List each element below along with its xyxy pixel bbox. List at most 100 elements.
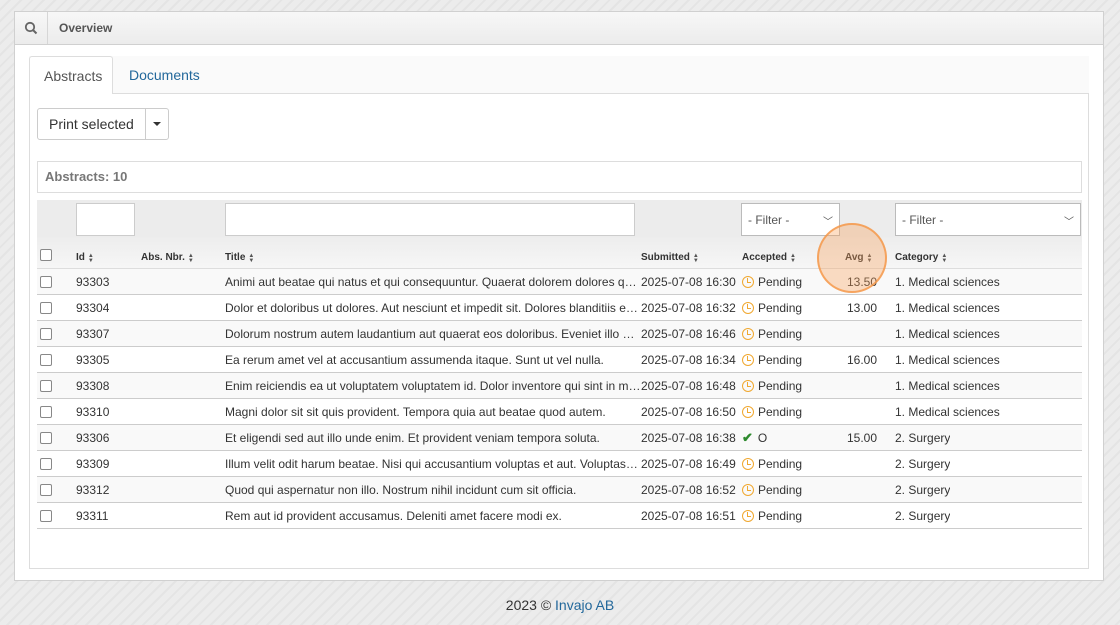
table-row[interactable]: 93309 Illum velit odit harum beatae. Nisi… bbox=[37, 451, 1082, 477]
table-row[interactable]: 93310 Magni dolor sit sit quis provident.… bbox=[37, 399, 1082, 425]
abstracts-count: Abstracts: 10 bbox=[37, 161, 1082, 193]
row-checkbox[interactable] bbox=[40, 483, 52, 496]
cell-abs-nbr bbox=[141, 477, 226, 502]
tab-documents[interactable]: Documents bbox=[115, 56, 214, 95]
cell-category: 1. Medical sciences bbox=[895, 326, 1000, 341]
table-row[interactable]: 93305 Ea rerum amet vel at accusantium as… bbox=[37, 347, 1082, 373]
cell-accepted: Pending bbox=[742, 477, 845, 502]
cell-avg: 15.00 bbox=[846, 430, 877, 445]
table-row[interactable]: 93304 Dolor et doloribus ut dolores. Aut … bbox=[37, 295, 1082, 321]
table-row[interactable]: 93303 Animi aut beatae qui natus et qui c… bbox=[37, 269, 1082, 295]
filter-row: - Filter - ﹀ - Filter - ﹀ bbox=[37, 200, 1082, 237]
cell-avg bbox=[845, 451, 895, 476]
cell-accepted: Pending bbox=[742, 399, 845, 424]
table-row[interactable]: 93311 Rem aut id provident accusamus. Del… bbox=[37, 503, 1082, 529]
column-header-abs-nbr[interactable]: Abs. Nbr. ▲▼ bbox=[141, 237, 226, 268]
title-filter-input[interactable] bbox=[225, 203, 635, 236]
cell-title: Dolorum nostrum autem laudantium aut qua… bbox=[225, 326, 641, 341]
sort-icon: ▲▼ bbox=[866, 253, 873, 263]
chevron-down-icon: ﹀ bbox=[1064, 217, 1074, 228]
cell-category: 2. Surgery bbox=[895, 456, 951, 471]
row-checkbox[interactable] bbox=[40, 327, 52, 340]
row-checkbox[interactable] bbox=[40, 405, 52, 418]
table-row[interactable]: 93308 Enim reiciendis ea ut voluptatem vo… bbox=[37, 373, 1082, 399]
table-row[interactable]: 93307 Dolorum nostrum autem laudantium au… bbox=[37, 321, 1082, 347]
search-icon bbox=[24, 21, 38, 35]
panel-title: Overview bbox=[59, 21, 113, 35]
cell-submitted: 2025-07-08 16:51 bbox=[641, 508, 736, 523]
column-header-category[interactable]: Category ▲▼ bbox=[895, 237, 1082, 268]
cell-abs-nbr bbox=[141, 503, 226, 528]
header-row: Id ▲▼ Abs. Nbr. ▲▼ Title ▲▼ Submitted ▲▼ Accepte… bbox=[37, 237, 1082, 269]
footer: 2023 © Invajo AB bbox=[505, 597, 615, 613]
cell-title: Enim reiciendis ea ut voluptatem volupta… bbox=[225, 378, 641, 393]
company-link[interactable]: Invajo AB bbox=[555, 597, 614, 613]
row-checkbox[interactable] bbox=[40, 457, 52, 470]
row-checkbox[interactable] bbox=[40, 379, 52, 392]
column-header-avg[interactable]: Avg ▲▼ bbox=[845, 237, 895, 268]
cell-submitted: 2025-07-08 16:50 bbox=[641, 404, 736, 419]
cell-accepted: Pending bbox=[742, 269, 845, 294]
sort-icon: ▲▼ bbox=[248, 253, 255, 263]
cell-submitted: 2025-07-08 16:30 bbox=[641, 274, 736, 289]
cell-id: 93303 bbox=[76, 274, 110, 289]
cell-abs-nbr bbox=[141, 425, 226, 450]
cell-id: 93307 bbox=[76, 326, 110, 341]
row-checkbox[interactable] bbox=[40, 353, 52, 366]
cell-avg bbox=[845, 373, 895, 398]
print-selected-button[interactable]: Print selected bbox=[38, 109, 146, 139]
panel-header: Overview bbox=[15, 12, 1103, 45]
search-button[interactable] bbox=[15, 12, 48, 44]
abstracts-table: - Filter - ﹀ - Filter - ﹀ Id ▲▼ Abs. Nbr. ▲▼ T… bbox=[37, 200, 1082, 529]
cell-title: Quod qui aspernatur non illo. Nostrum ni… bbox=[225, 482, 577, 497]
row-checkbox[interactable] bbox=[40, 301, 52, 314]
clock-icon bbox=[742, 353, 754, 366]
cell-title: Et eligendi sed aut illo unde enim. Et p… bbox=[225, 430, 600, 445]
sort-icon: ▲▼ bbox=[790, 253, 797, 263]
sort-icon: ▲▼ bbox=[692, 253, 699, 263]
cell-submitted: 2025-07-08 16:38 bbox=[641, 430, 736, 445]
select-all-checkbox[interactable] bbox=[40, 249, 52, 261]
cell-abs-nbr bbox=[141, 373, 226, 398]
cell-id: 93312 bbox=[76, 482, 110, 497]
cell-abs-nbr bbox=[141, 269, 226, 294]
cell-avg bbox=[845, 477, 895, 502]
cell-submitted: 2025-07-08 16:32 bbox=[641, 300, 736, 315]
cell-avg bbox=[845, 321, 895, 346]
id-filter-input[interactable] bbox=[76, 203, 135, 236]
table-row[interactable]: 93306 Et eligendi sed aut illo unde enim.… bbox=[37, 425, 1082, 451]
clock-icon bbox=[742, 405, 754, 418]
accepted-filter-select[interactable]: - Filter - ﹀ bbox=[741, 203, 840, 236]
cell-id: 93306 bbox=[76, 430, 110, 445]
category-filter-select[interactable]: - Filter - ﹀ bbox=[895, 203, 1081, 236]
cell-submitted: 2025-07-08 16:48 bbox=[641, 378, 736, 393]
cell-submitted: 2025-07-08 16:34 bbox=[641, 352, 736, 367]
cell-category: 2. Surgery bbox=[895, 508, 951, 523]
row-checkbox[interactable] bbox=[40, 275, 52, 288]
tab-abstracts[interactable]: Abstracts bbox=[29, 56, 113, 95]
clock-icon bbox=[742, 379, 754, 392]
cell-category: 1. Medical sciences bbox=[895, 352, 1000, 367]
cell-accepted: Pending bbox=[742, 321, 845, 346]
sort-icon: ▲▼ bbox=[87, 253, 94, 263]
cell-category: 1. Medical sciences bbox=[895, 300, 1000, 315]
column-header-accepted[interactable]: Accepted ▲▼ bbox=[742, 237, 845, 268]
cell-avg: 13.50 bbox=[846, 274, 877, 289]
row-checkbox[interactable] bbox=[40, 509, 52, 522]
print-dropdown-toggle[interactable] bbox=[146, 109, 168, 139]
column-header-title[interactable]: Title ▲▼ bbox=[225, 237, 641, 268]
row-checkbox[interactable] bbox=[40, 431, 52, 444]
sort-icon: ▲▼ bbox=[941, 253, 948, 263]
cell-abs-nbr bbox=[141, 399, 226, 424]
column-header-id[interactable]: Id ▲▼ bbox=[76, 237, 141, 268]
column-header-submitted[interactable]: Submitted ▲▼ bbox=[641, 237, 742, 268]
cell-id: 93309 bbox=[76, 456, 110, 471]
table-row[interactable]: 93312 Quod qui aspernatur non illo. Nostr… bbox=[37, 477, 1082, 503]
print-button-group: Print selected bbox=[37, 108, 169, 140]
cell-id: 93304 bbox=[76, 300, 110, 315]
cell-id: 93310 bbox=[76, 404, 110, 419]
cell-abs-nbr bbox=[141, 451, 226, 476]
clock-icon bbox=[742, 509, 754, 522]
cell-avg: 13.00 bbox=[846, 300, 877, 315]
cell-title: Ea rerum amet vel at accusantium assumen… bbox=[225, 352, 604, 367]
